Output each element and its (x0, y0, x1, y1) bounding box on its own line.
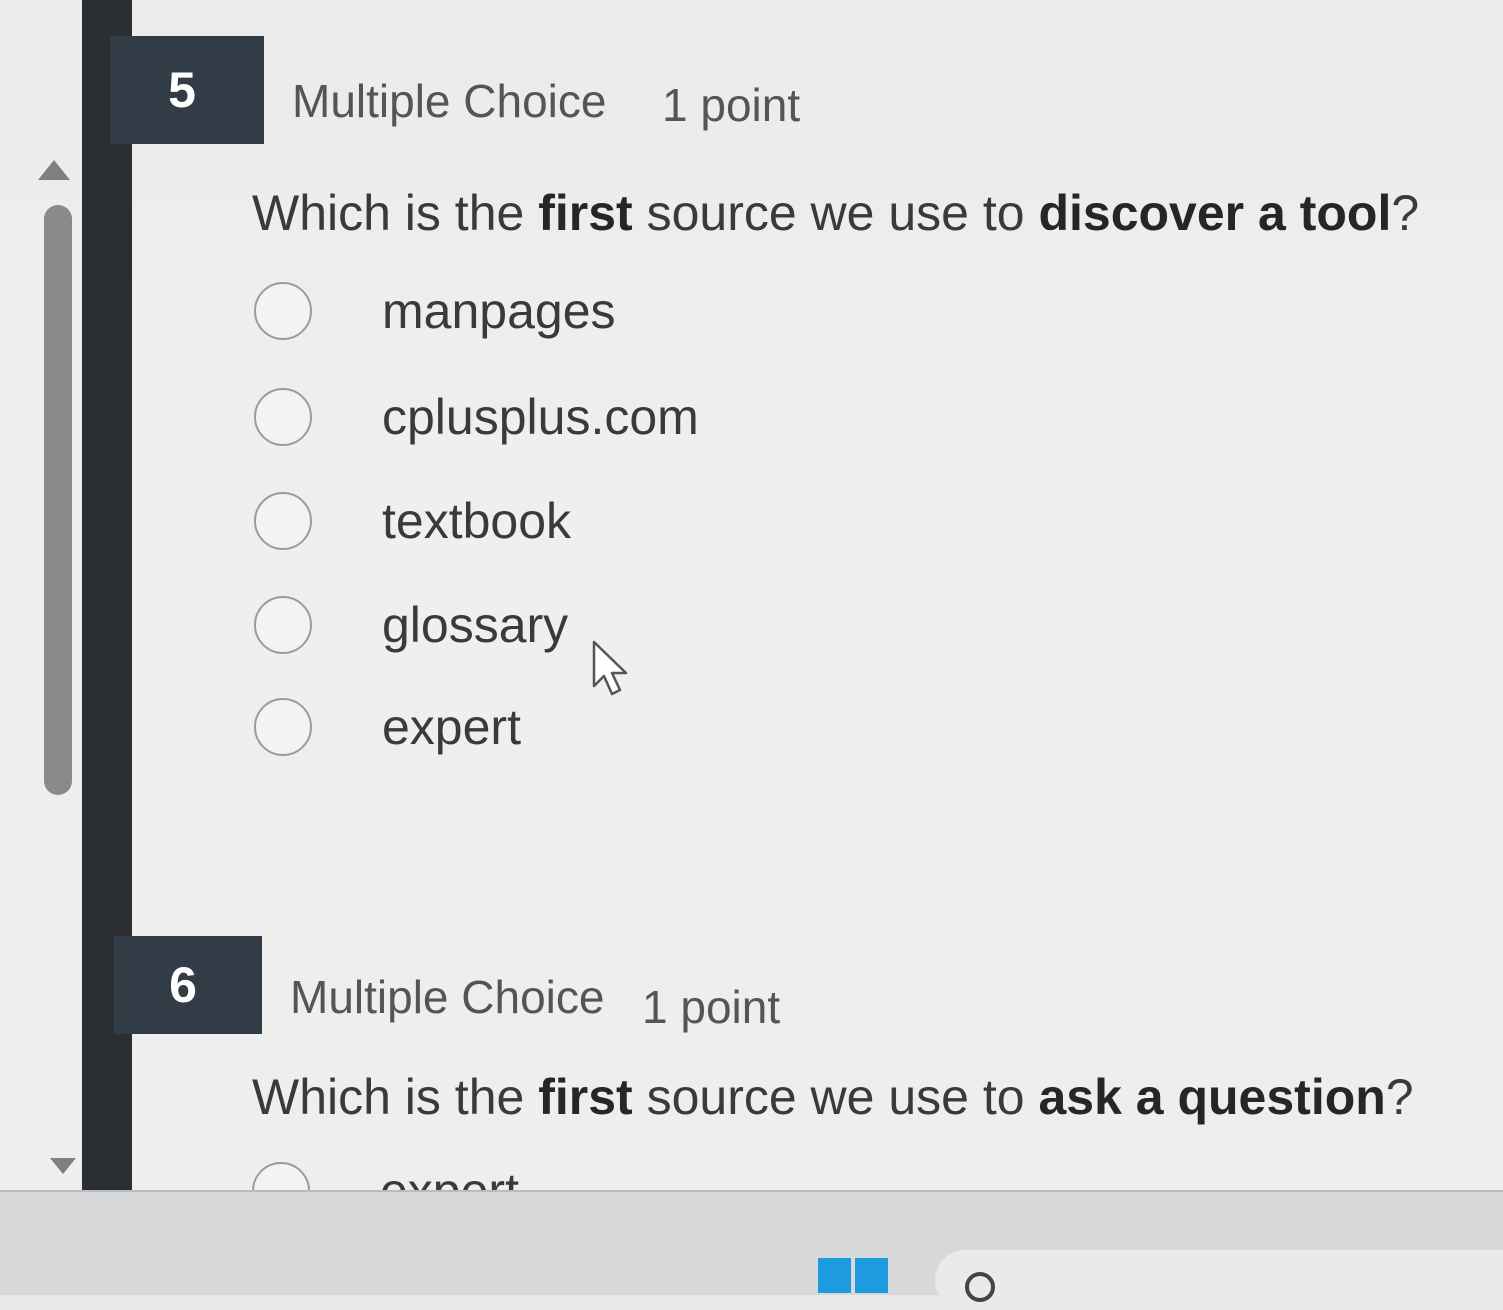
answer-option[interactable]: manpages (254, 276, 616, 346)
scroll-up-icon[interactable] (38, 160, 70, 180)
question-points: 1 point (642, 981, 781, 1033)
option-label: manpages (382, 283, 616, 339)
quiz-page: 5 Multiple Choice 1 point Which is the f… (0, 0, 1503, 1220)
answer-option[interactable]: glossary (254, 590, 568, 660)
answer-option[interactable]: expert (254, 692, 521, 762)
taskbar-search[interactable] (935, 1250, 1503, 1310)
question-prompt: Which is the first source we use to ask … (252, 1069, 1414, 1125)
search-icon (965, 1272, 995, 1302)
scrollbar-thumb[interactable] (44, 205, 72, 795)
radio-button[interactable] (254, 698, 312, 756)
mouse-pointer-icon (592, 640, 628, 696)
question-number: 5 (168, 62, 196, 118)
question-number-badge: 6 (114, 936, 262, 1034)
answer-option[interactable]: cplusplus.com (254, 382, 699, 452)
radio-button[interactable] (254, 282, 312, 340)
option-label: expert (382, 699, 521, 755)
radio-button[interactable] (254, 596, 312, 654)
option-label: cplusplus.com (382, 389, 699, 445)
question-prompt: Which is the first source we use to disc… (252, 185, 1420, 241)
question-number-badge: 5 (110, 36, 264, 144)
radio-button[interactable] (254, 492, 312, 550)
option-label: textbook (382, 493, 572, 549)
scroll-down-icon[interactable] (50, 1158, 76, 1174)
question-points: 1 point (662, 79, 801, 131)
radio-button[interactable] (254, 388, 312, 446)
answer-option[interactable]: textbook (254, 486, 571, 556)
question-type: Multiple Choice (292, 75, 607, 127)
question-type: Multiple Choice (290, 971, 605, 1023)
windows-logo-icon[interactable] (818, 1258, 888, 1293)
question-number: 6 (169, 957, 197, 1013)
option-label: glossary (382, 597, 569, 653)
